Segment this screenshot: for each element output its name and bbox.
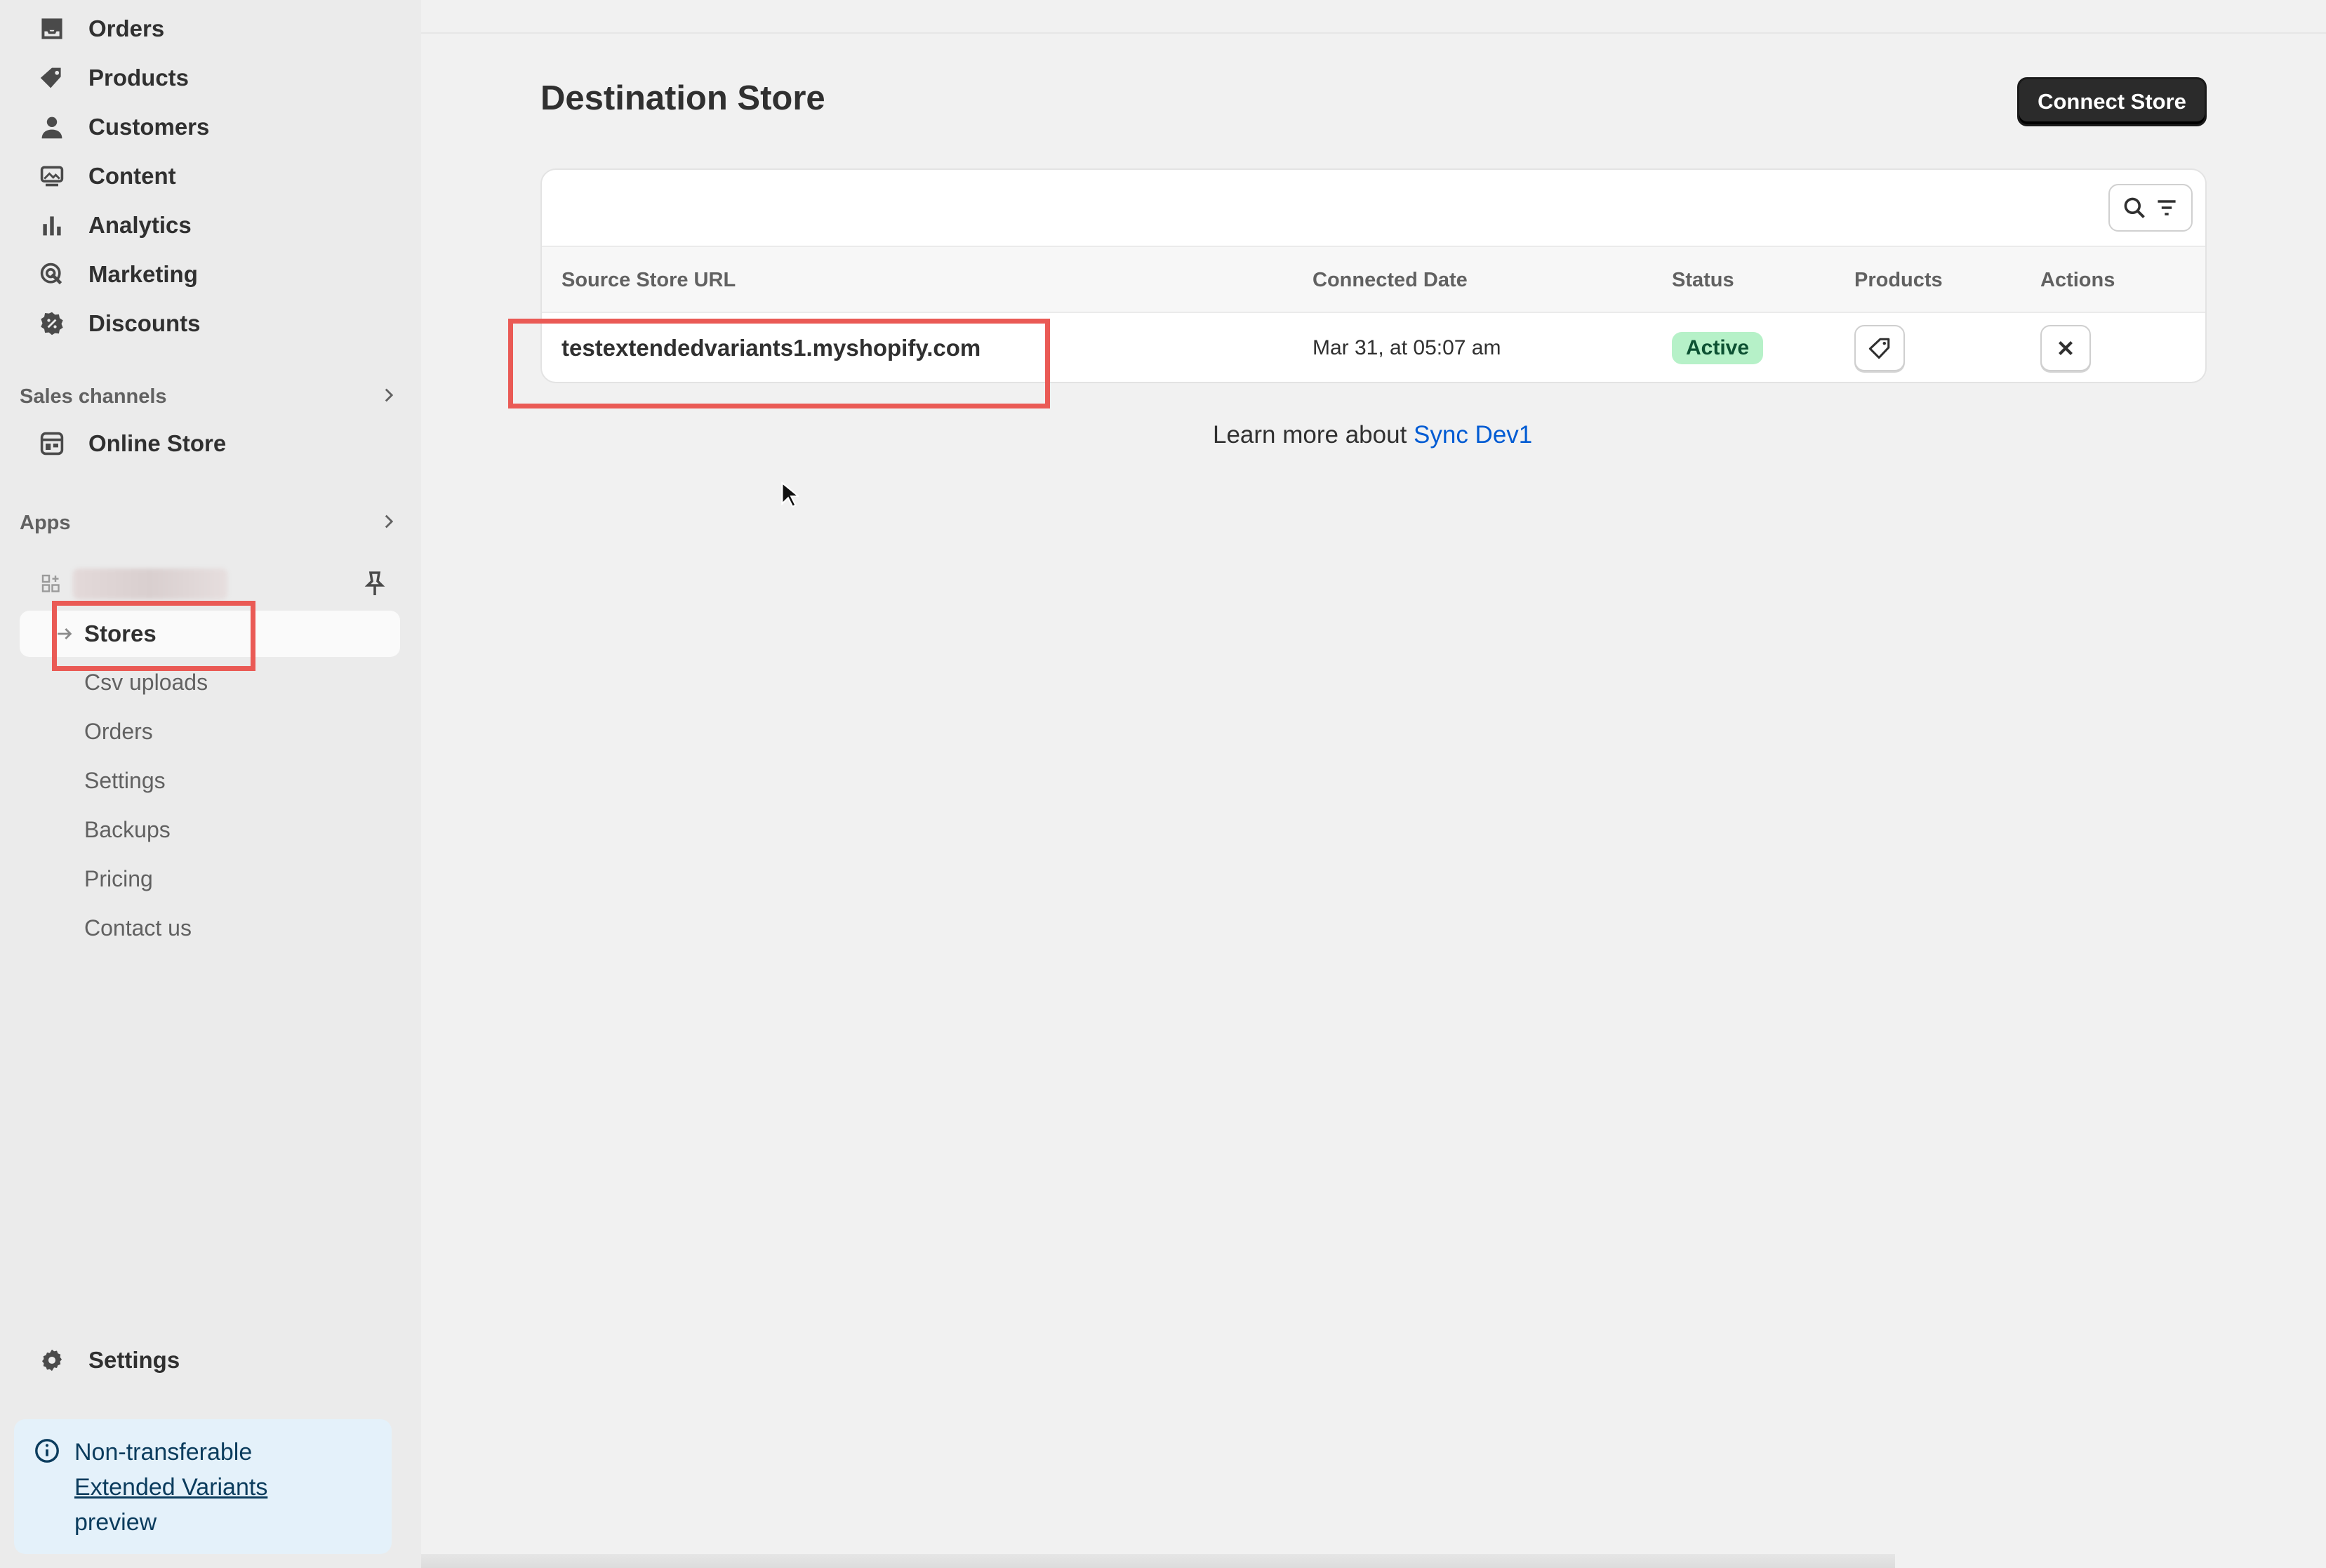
sidebar-item-analytics[interactable]: Analytics	[20, 204, 399, 247]
chevron-right-icon[interactable]	[379, 385, 399, 408]
sidebar-item-online-store[interactable]: Online Store	[20, 422, 399, 465]
sidebar-subitem-csv-uploads[interactable]: Csv uploads	[84, 663, 208, 702]
sales-channels-label: Sales channels	[20, 385, 167, 408]
sales-channels-header[interactable]: Sales channels	[20, 379, 399, 414]
sidebar-subitem-pricing[interactable]: Pricing	[84, 859, 153, 898]
mouse-cursor-icon	[781, 481, 799, 508]
app-grid-icon	[41, 574, 60, 592]
tag-icon	[36, 62, 67, 93]
stores-table-card: Source Store URL Connected Date Status P…	[540, 168, 2207, 383]
page-title: Destination Store	[540, 79, 825, 117]
sidebar-subitem-backups[interactable]: Backups	[84, 810, 171, 849]
sidebar-subitem-contact-us[interactable]: Contact us	[84, 908, 192, 948]
sidebar-item-label: Orders	[88, 15, 165, 41]
sidebar-subitem-orders[interactable]: Orders	[84, 712, 153, 751]
notice-text: Non-transferable Extended Variants previ…	[74, 1435, 267, 1554]
chevron-right-icon[interactable]	[379, 512, 399, 535]
sidebar-item-label: Stores	[84, 620, 157, 646]
status-cell: Active	[1672, 313, 1764, 382]
connected-date: Mar 31, at 05:07 am	[1312, 336, 1501, 359]
sidebar-subitem-label: Pricing	[84, 865, 153, 891]
top-bar	[421, 0, 2326, 34]
gear-icon	[36, 1345, 67, 1376]
sidebar-item-label: Analytics	[88, 212, 192, 238]
bar-chart-icon	[36, 210, 67, 241]
actions-cell	[2040, 313, 2091, 382]
sidebar-subitem-label: Orders	[84, 718, 153, 744]
extended-variants-link[interactable]: Extended Variants	[74, 1470, 267, 1505]
sidebar: Orders Products Customers Content Analyt	[0, 0, 421, 1568]
sidebar-item-label: Content	[88, 163, 176, 189]
sidebar-subitem-label: Csv uploads	[84, 669, 208, 695]
sidebar-item-label: Online Store	[88, 430, 227, 456]
target-icon	[36, 259, 67, 290]
table-row[interactable]: testextendedvariants1.myshopify.com Mar …	[542, 313, 2205, 382]
products-cell	[1854, 313, 1905, 382]
store-icon	[36, 428, 67, 459]
app-entry[interactable]	[20, 562, 399, 606]
sidebar-item-orders[interactable]: Orders	[20, 7, 399, 51]
sidebar-item-customers[interactable]: Customers	[20, 105, 399, 149]
sidebar-item-content[interactable]: Content	[20, 154, 399, 198]
table-header: Source Store URL Connected Date Status P…	[542, 247, 2205, 313]
sidebar-item-label: Marketing	[88, 261, 198, 287]
column-header-actions: Actions	[2040, 268, 2115, 291]
pin-icon[interactable]	[361, 570, 389, 598]
column-header-products: Products	[1854, 268, 1943, 291]
sidebar-item-products[interactable]: Products	[20, 56, 399, 100]
sidebar-item-settings[interactable]: Settings	[20, 1338, 399, 1382]
sidebar-subitem-label: Backups	[84, 816, 171, 842]
close-icon	[2059, 341, 2073, 355]
filter-icon	[2158, 200, 2176, 215]
arrow-right-icon	[58, 628, 72, 639]
sidebar-item-stores[interactable]: Stores	[20, 611, 400, 657]
source-store-url: testextendedvariants1.myshopify.com	[561, 335, 981, 361]
sidebar-item-marketing[interactable]: Marketing	[20, 253, 399, 296]
sidebar-item-label: Settings	[88, 1347, 180, 1373]
discount-icon	[36, 308, 67, 339]
status-badge: Active	[1672, 332, 1764, 364]
column-header-date: Connected Date	[1312, 268, 1468, 291]
app-root: Orders Products Customers Content Analyt	[0, 0, 2326, 1568]
image-icon	[36, 161, 67, 192]
search-filter-button[interactable]	[2108, 184, 2193, 232]
app-name-redacted	[73, 569, 227, 599]
view-products-button[interactable]	[1854, 325, 1905, 371]
person-icon	[36, 112, 67, 142]
sidebar-subitem-label: Settings	[84, 767, 166, 793]
info-icon	[35, 1439, 59, 1463]
sidebar-item-label: Customers	[88, 114, 210, 140]
apps-label: Apps	[20, 511, 71, 534]
learn-more-text: Learn more about Sync Dev1	[1213, 421, 1532, 449]
connect-store-button[interactable]: Connect Store	[2017, 77, 2207, 126]
sidebar-item-label: Discounts	[88, 310, 201, 336]
sync-dev1-link[interactable]: Sync Dev1	[1414, 421, 1532, 449]
learn-more-prefix: Learn more about	[1213, 421, 1414, 449]
column-header-url: Source Store URL	[561, 268, 736, 291]
tag-icon	[1868, 338, 1890, 359]
disconnect-button[interactable]	[2040, 325, 2091, 371]
notice-line: Non-transferable	[74, 1439, 253, 1466]
apps-header[interactable]: Apps	[20, 505, 399, 540]
column-header-status: Status	[1672, 268, 1734, 291]
table-toolbar	[542, 170, 2205, 247]
bottom-scroll-fade	[421, 1554, 1895, 1568]
sidebar-item-label: Products	[88, 65, 190, 91]
sidebar-subitem-settings[interactable]: Settings	[84, 761, 166, 800]
search-icon	[2124, 197, 2145, 218]
preview-notice: Non-transferable Extended Variants previ…	[14, 1419, 392, 1554]
sidebar-subitem-label: Contact us	[84, 915, 192, 941]
sidebar-item-discounts[interactable]: Discounts	[20, 302, 399, 345]
inbox-icon	[36, 13, 67, 44]
notice-line: preview	[74, 1509, 157, 1536]
